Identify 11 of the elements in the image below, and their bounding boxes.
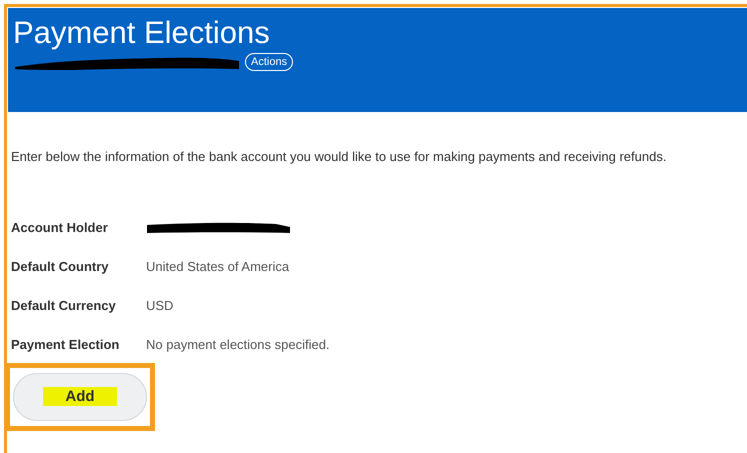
actions-button[interactable]: Actions <box>245 53 294 71</box>
field-value: No payment elections specified. <box>146 336 330 354</box>
add-button[interactable]: Add <box>13 372 147 420</box>
field-label: Account Holder <box>11 218 109 237</box>
field-value: United States of America <box>146 258 290 276</box>
description-text: Enter below the information of the bank account you would like to use for making payments and receiving refunds. <box>11 148 668 166</box>
field-label: Payment Election <box>11 336 120 354</box>
page-title: Payment Elections <box>13 14 271 52</box>
field-label: Default Currency <box>11 296 117 315</box>
field-label: Default Country <box>11 258 110 276</box>
field-value: USD <box>146 296 174 315</box>
